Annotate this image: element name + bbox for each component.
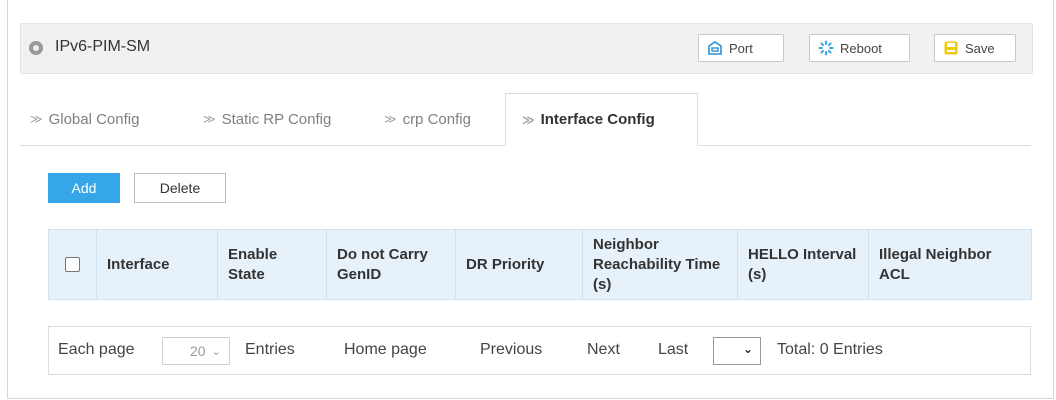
tab-label: Interface Config <box>540 111 655 128</box>
interface-table: Interface Enable State Do not Carry GenI… <box>48 229 1032 300</box>
port-label: Port <box>729 40 753 56</box>
column-header[interactable]: Do not Carry GenID <box>326 229 456 300</box>
tab-static-rp-config[interactable]: ≫ Static RP Config <box>203 93 331 145</box>
tab-label: Global Config <box>48 110 140 128</box>
select-all-checkbox[interactable] <box>65 257 80 273</box>
page-size-select[interactable]: 20 ⌄ <box>162 337 230 365</box>
column-header[interactable]: Illegal Neighbor ACL <box>868 229 1032 300</box>
config-tabs: ≫ Global Config ≫ Static RP Config ≫ crp… <box>20 93 1031 146</box>
tab-label: Static RP Config <box>221 110 332 128</box>
next-link[interactable]: Next <box>587 341 620 359</box>
column-header[interactable]: Enable State <box>217 229 327 300</box>
delete-button[interactable]: Delete <box>134 173 226 203</box>
reboot-label: Reboot <box>840 40 882 56</box>
column-header[interactable]: DR Priority <box>455 229 583 300</box>
tab-label: crp Config <box>402 110 471 128</box>
chevron-right-icon: ≫ <box>30 112 43 126</box>
chevron-right-icon: ≫ <box>384 112 397 126</box>
each-page-label: Each page <box>58 341 135 358</box>
page-size-value: 20 <box>190 343 206 359</box>
module-dot-icon <box>29 41 43 55</box>
save-button[interactable]: Save <box>934 34 1016 62</box>
total-entries-text: Total: 0 Entries <box>777 341 883 358</box>
port-icon <box>707 40 723 56</box>
save-label: Save <box>965 40 995 56</box>
column-header[interactable]: HELLO Interval (s) <box>737 229 869 300</box>
previous-link[interactable]: Previous <box>480 341 542 359</box>
table-header-row: Interface Enable State Do not Carry GenI… <box>48 229 1032 300</box>
tab-global-config[interactable]: ≫ Global Config <box>30 93 139 145</box>
reboot-icon <box>818 40 834 56</box>
title-bar: IPv6-PIM-SM Port Reboot Save <box>20 23 1033 74</box>
home-page-link[interactable]: Home page <box>344 341 427 359</box>
chevron-right-icon: ≫ <box>522 112 535 127</box>
pagination-bar: Each page 20 ⌄ Entries Home page Previou… <box>48 326 1031 375</box>
chevron-down-icon: ⌄ <box>211 345 221 358</box>
chevron-down-icon: ⌄ <box>742 342 753 356</box>
page-title: IPv6-PIM-SM <box>55 38 151 55</box>
column-header[interactable]: Interface <box>96 229 218 300</box>
tab-interface-config[interactable]: ≫ Interface Config <box>505 93 698 146</box>
port-button[interactable]: Port <box>698 34 784 62</box>
column-header[interactable]: Neighbor Reachability Time (s) <box>582 229 738 300</box>
tab-crp-config[interactable]: ≫ crp Config <box>384 93 471 145</box>
select-all-cell <box>48 229 97 300</box>
add-button[interactable]: Add <box>48 173 120 203</box>
entries-label: Entries <box>245 341 295 358</box>
reboot-button[interactable]: Reboot <box>809 34 910 62</box>
last-link[interactable]: Last <box>658 341 688 359</box>
page-number-select[interactable]: ⌄ <box>713 337 761 365</box>
chevron-right-icon: ≫ <box>203 112 216 126</box>
save-icon <box>943 40 959 56</box>
